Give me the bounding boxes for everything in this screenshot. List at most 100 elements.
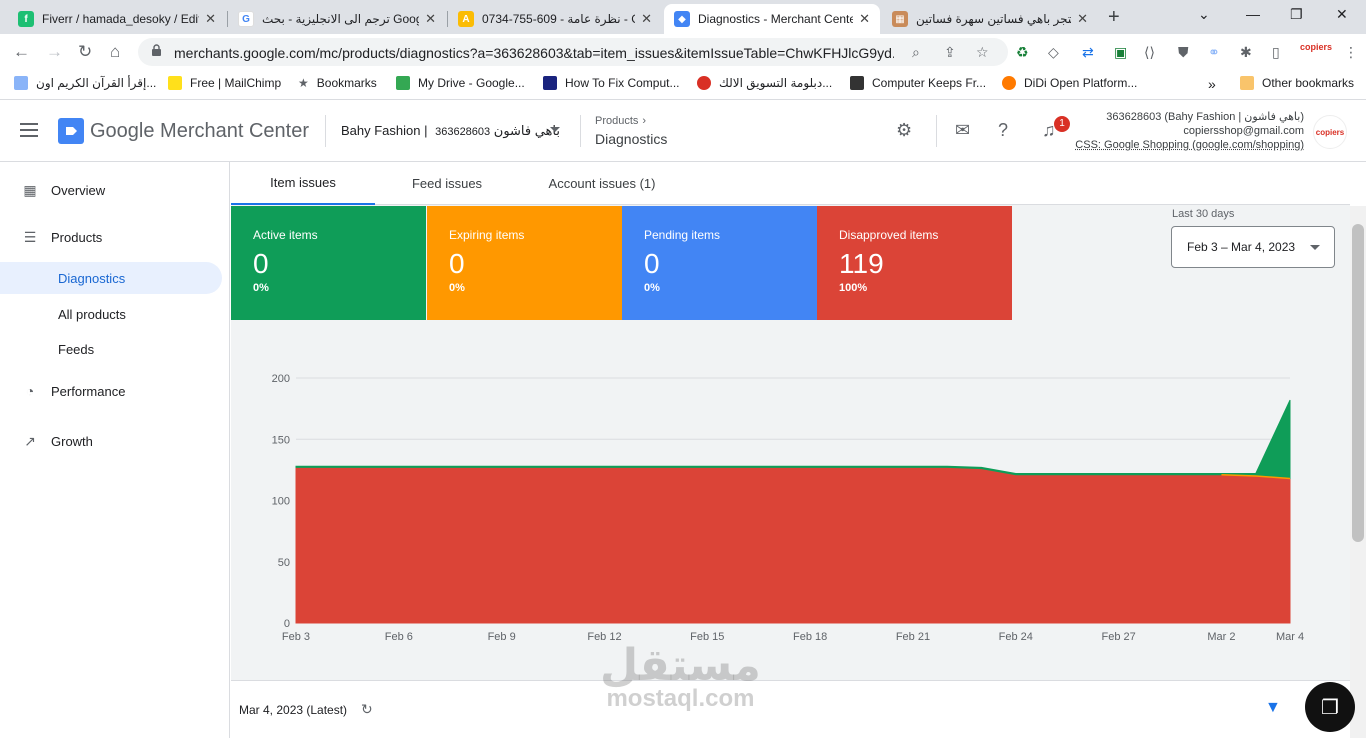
recycle-extension-icon[interactable]: ♻ — [1016, 44, 1029, 61]
date-range-select[interactable]: Feb 3 – Mar 4, 2023 — [1171, 226, 1335, 268]
close-icon[interactable]: ✕ — [641, 11, 652, 27]
forward-arrow-icon[interactable]: → — [46, 42, 63, 62]
mail-icon[interactable]: ✉ — [955, 120, 970, 141]
puzzle-extensions-icon[interactable]: ✱ — [1240, 44, 1252, 61]
card-percent: 0% — [449, 282, 465, 294]
settings-gear-icon[interactable]: ⚙ — [896, 120, 912, 141]
bookmark-marketing-diploma[interactable]: دبلومة التسويق الالك... — [697, 76, 832, 90]
tab-search-icon[interactable]: ⌄ — [1198, 6, 1210, 23]
help-icon[interactable]: ? — [998, 120, 1008, 141]
filter-icon[interactable]: ▼ — [1265, 699, 1281, 717]
tab-item-issues[interactable]: Item issues — [231, 162, 375, 205]
sidebar-item-growth[interactable]: ↗ Growth — [0, 425, 222, 457]
bookmark-favicon-icon — [543, 76, 557, 90]
link-extension-icon[interactable]: ⚭ — [1208, 44, 1220, 61]
chevron-right-icon: › — [642, 115, 647, 127]
profile-avatar-icon[interactable]: copiers — [1300, 42, 1332, 52]
url-omnibox[interactable]: merchants.google.com/mc/products/diagnos… — [138, 38, 1008, 66]
extension-icon[interactable]: ◇ — [1048, 44, 1059, 61]
sidebar-item-all-products[interactable]: All products — [0, 298, 222, 330]
reload-icon[interactable]: ↻ — [78, 42, 92, 62]
scrollbar-thumb[interactable] — [1352, 224, 1364, 542]
home-icon[interactable]: ⌂ — [110, 42, 120, 62]
account-dropdown-icon[interactable] — [550, 127, 560, 132]
card-percent: 100% — [839, 282, 868, 294]
bookmark-didi[interactable]: DiDi Open Platform... — [1002, 76, 1137, 90]
zoom-search-icon[interactable]: ⌕ — [912, 44, 920, 61]
share-icon[interactable]: ⇪ — [944, 44, 956, 61]
star-bookmark-icon[interactable]: ☆ — [976, 44, 989, 61]
main-content: Item issues Feed issues Account issues (… — [231, 162, 1350, 738]
merchant-center-icon: ◆ — [674, 11, 690, 27]
account-selector[interactable]: Bahy Fashion | باهي فاشون 363628603 — [341, 123, 560, 139]
bookmark-other-bookmarks[interactable]: Other bookmarks — [1240, 76, 1354, 90]
code-extension-icon[interactable]: ⟨⟩ — [1144, 44, 1155, 61]
x-tick-label: Feb 6 — [385, 631, 413, 643]
series-area-0 — [295, 466, 1291, 624]
close-icon[interactable]: ✕ — [425, 11, 436, 27]
sidebar-item-diagnostics[interactable]: Diagnostics — [0, 262, 222, 294]
sidebar: ▦ Overview ☰ Products Diagnostics All pr… — [0, 162, 230, 738]
bookmark-my-drive[interactable]: My Drive - Google... — [396, 76, 525, 90]
pending-items-card[interactable]: Pending items 0 0% — [622, 206, 817, 320]
bookmark-computer-keeps[interactable]: Computer Keeps Fr... — [850, 76, 986, 90]
tab-account-issues[interactable]: Account issues (1) — [531, 162, 673, 205]
sidebar-item-label: Performance — [51, 383, 126, 399]
bookmark-label: Computer Keeps Fr... — [872, 76, 987, 90]
browser-tab-google-ads[interactable]: A نظرة عامة - 609-755-0734 - Google ✕ — [448, 4, 662, 34]
date-range-value: Feb 3 – Mar 4, 2023 — [1187, 240, 1296, 254]
bookmark-label: Other bookmarks — [1262, 76, 1355, 90]
bookmark-label: DiDi Open Platform... — [1024, 76, 1138, 90]
performance-donut-icon: ◔ — [25, 383, 35, 399]
more-menu-icon[interactable]: ⋮ — [1344, 44, 1358, 61]
notification-badge: 1 — [1054, 116, 1070, 132]
browser-tab-store[interactable]: ▦ متجر باهي فساتين سهرة فساتين ✕ — [882, 4, 1098, 34]
sidebar-item-performance[interactable]: ◔ Performance — [0, 375, 222, 407]
browser-tab-google-search[interactable]: G ترجم الى الانجليزية - بحث Google ✕ — [228, 4, 446, 34]
account-css: CSS: Google Shopping (google.com/shoppin… — [1075, 139, 1304, 151]
expiring-items-card[interactable]: Expiring items 0 0% — [427, 206, 622, 320]
x-tick-label: Mar 4 — [1276, 631, 1304, 643]
browser-tab-fiverr[interactable]: f Fiverr / hamada_desoky / Edit ✕ — [8, 4, 226, 34]
date-range-label: Last 30 days — [1172, 208, 1235, 220]
bookmark-favicon-icon — [697, 76, 711, 90]
sidebar-item-overview[interactable]: ▦ Overview — [0, 174, 222, 206]
close-icon[interactable]: ✕ — [859, 11, 870, 27]
sidebar-item-products[interactable]: ☰ Products — [0, 221, 222, 253]
maximize-icon[interactable]: ❐ — [1290, 6, 1303, 23]
back-arrow-icon[interactable]: ← — [13, 42, 30, 62]
translate-extension-icon[interactable]: ⇄ — [1082, 44, 1094, 61]
tab-feed-issues[interactable]: Feed issues — [391, 162, 503, 205]
url-text: merchants.google.com/mc/products/diagnos… — [174, 45, 894, 61]
page-scrollbar[interactable] — [1350, 206, 1366, 738]
bookmark-label: إقرأ القرآن الكريم اون... — [36, 76, 157, 90]
shield-extension-icon[interactable]: ⛊ — [1178, 44, 1189, 61]
breadcrumb[interactable]: Products › — [595, 115, 646, 127]
new-tab-icon[interactable]: + — [1108, 6, 1120, 29]
bookmark-bookmarks[interactable]: ★ Bookmarks — [298, 76, 377, 90]
chat-support-button[interactable]: ❐ — [1305, 682, 1355, 732]
merchant-center-logo-icon — [58, 118, 84, 144]
hamburger-menu-icon[interactable] — [20, 123, 38, 137]
close-icon[interactable]: ✕ — [1077, 11, 1088, 27]
browser-tab-merchant-center[interactable]: ◆ Diagnostics - Merchant Center ✕ — [664, 4, 880, 34]
bookmark-quran[interactable]: إقرأ القرآن الكريم اون... — [14, 76, 156, 90]
bookmark-label: Bookmarks — [316, 76, 377, 90]
download-extension-icon[interactable]: ▣ — [1114, 44, 1127, 61]
minimize-icon[interactable]: — — [1246, 6, 1260, 22]
didi-icon — [1002, 76, 1016, 90]
close-icon[interactable]: ✕ — [205, 11, 216, 27]
more-bookmarks-chevron-icon[interactable]: » — [1208, 76, 1216, 92]
sidebar-item-feeds[interactable]: Feeds — [0, 333, 222, 365]
account-avatar[interactable]: copiers — [1313, 115, 1347, 149]
disapproved-items-card[interactable]: Disapproved items 119 100% — [817, 206, 1012, 320]
bookmark-how-to-fix[interactable]: How To Fix Comput... — [543, 76, 679, 90]
window-close-icon[interactable]: ✕ — [1336, 6, 1348, 23]
table-toolbar: Mar 4, 2023 (Latest) ↻ ▼ — [231, 680, 1350, 738]
active-items-card[interactable]: Active items 0 0% — [231, 206, 426, 320]
side-panel-icon[interactable]: ▯ — [1272, 44, 1280, 61]
sidebar-item-label: Growth — [51, 433, 93, 449]
refresh-icon[interactable]: ↻ — [361, 701, 373, 718]
bookmark-mailchimp[interactable]: Free | MailChimp — [168, 76, 281, 90]
account-info[interactable]: 363628603 (Bahy Fashion | باهي فاشون) co… — [1075, 110, 1304, 152]
